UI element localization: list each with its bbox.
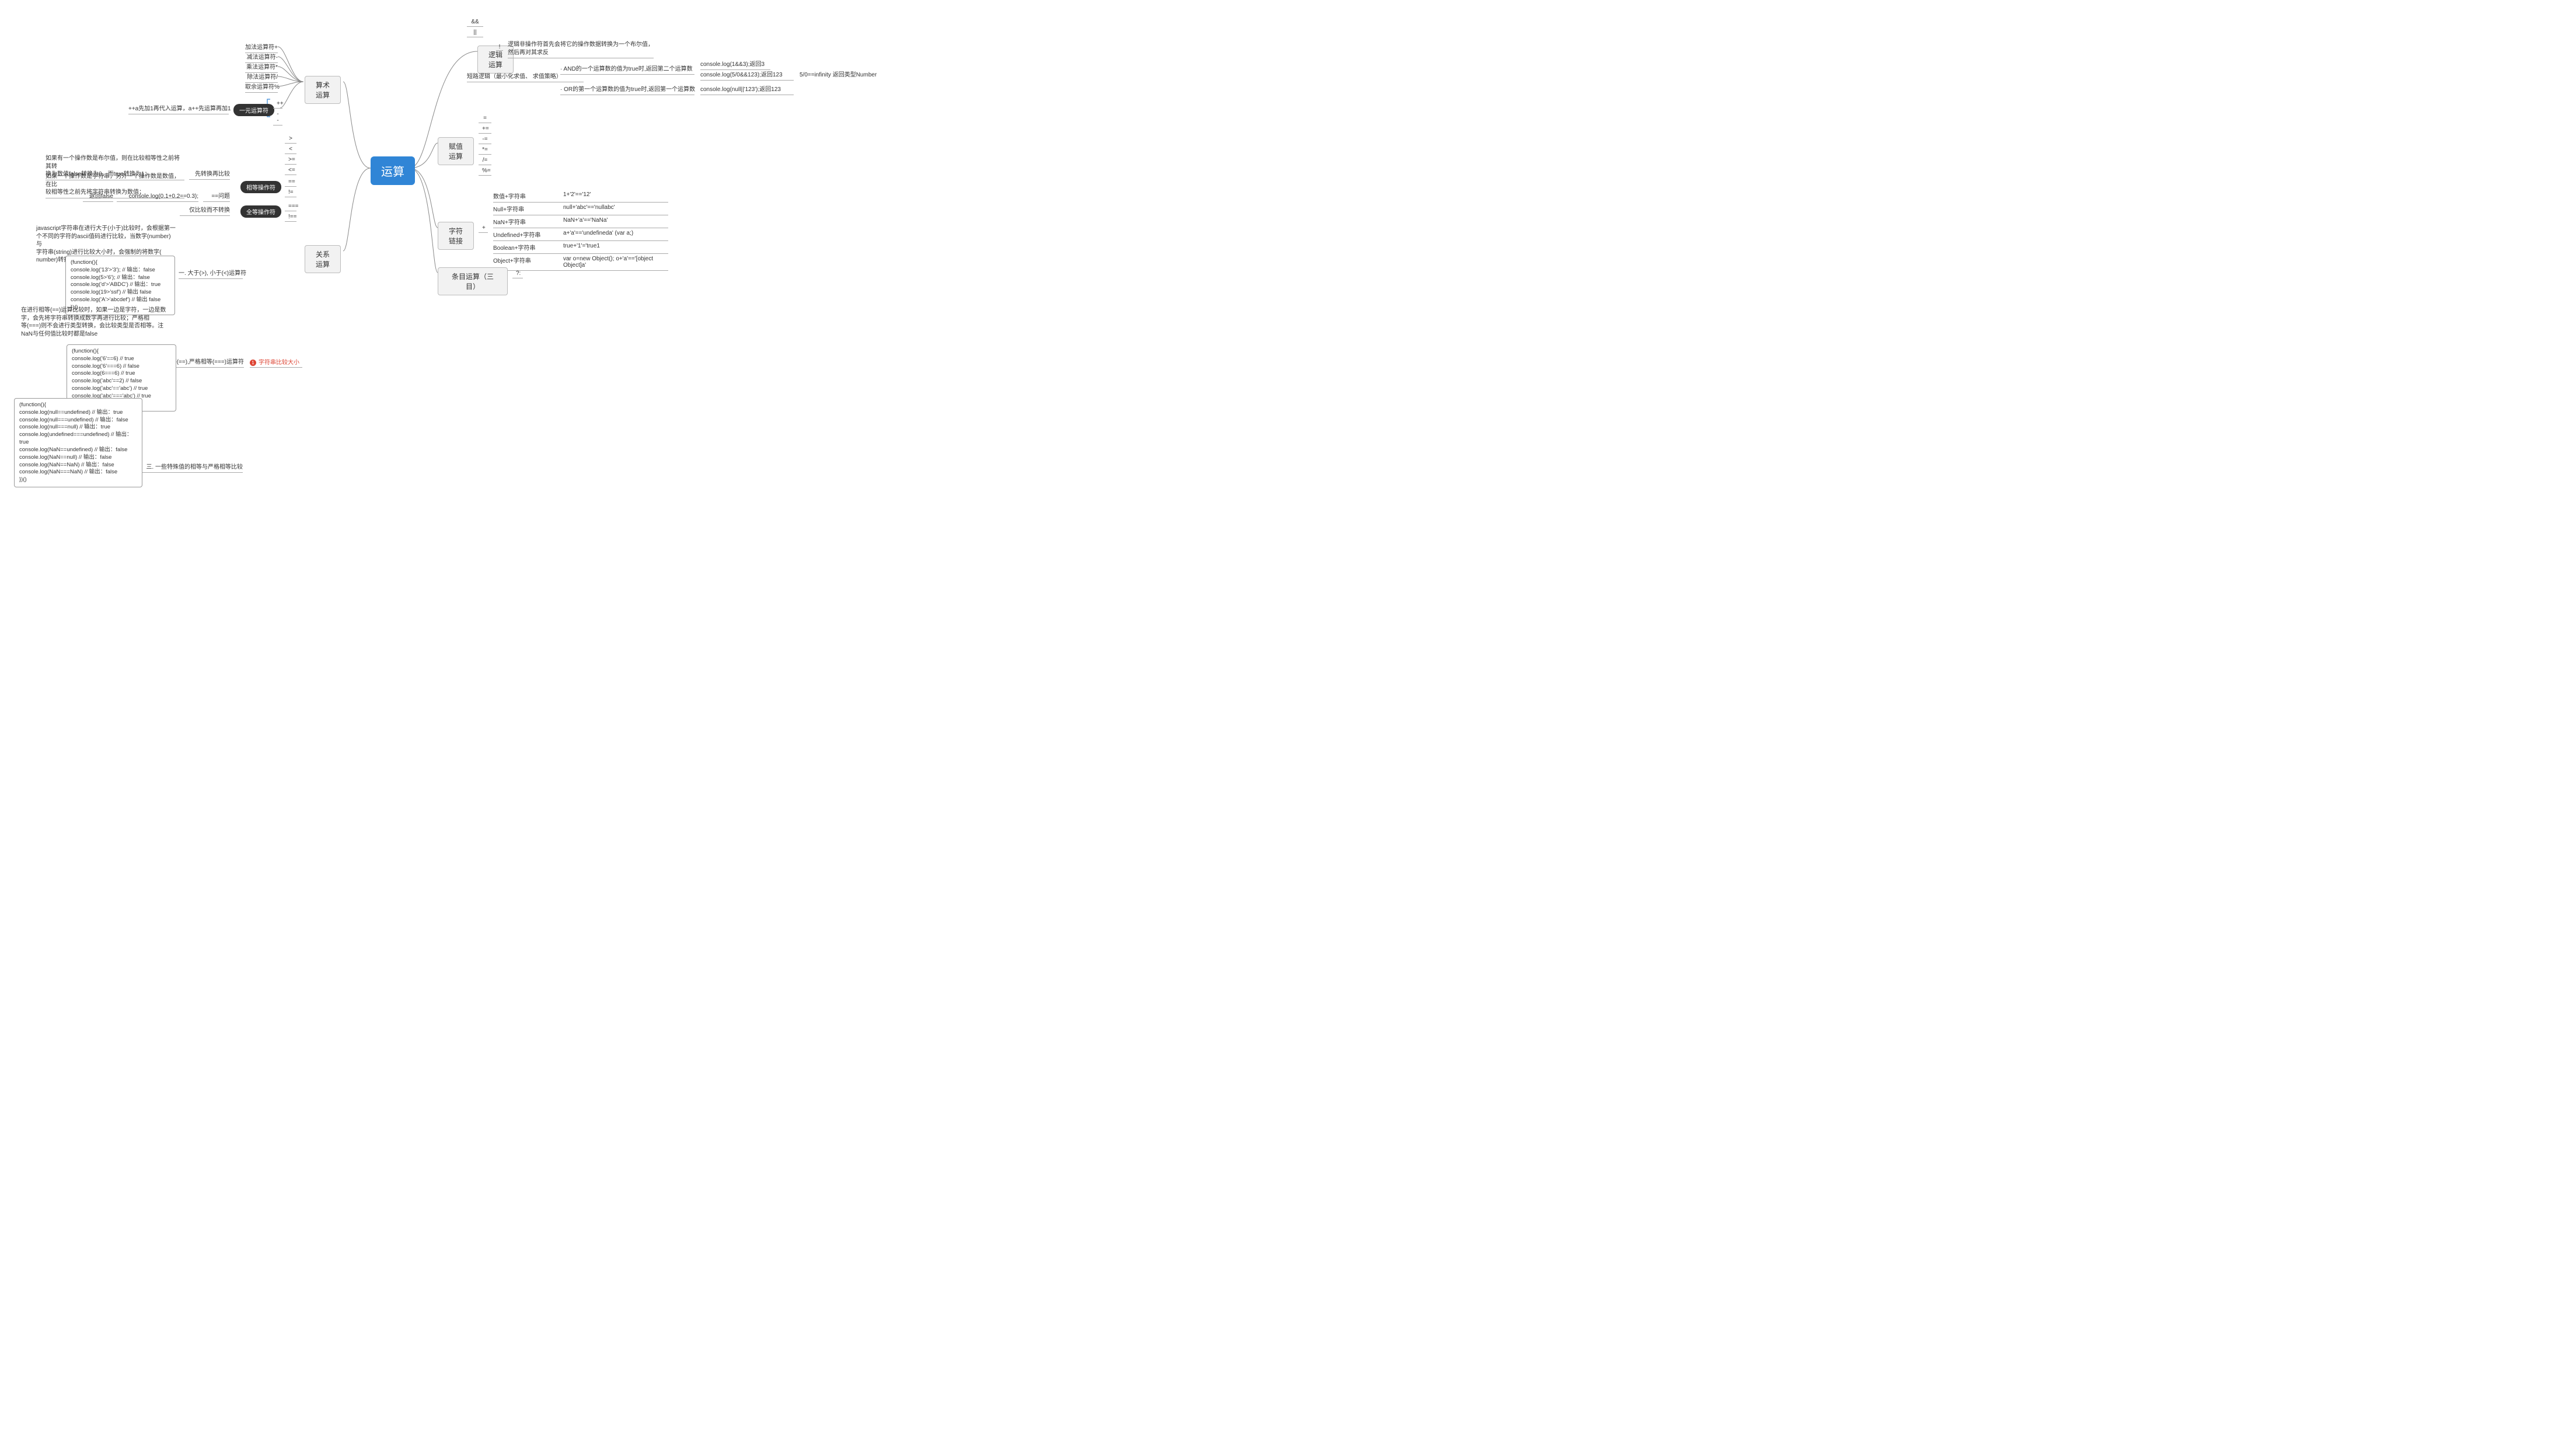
strict-op-0: === <box>285 202 296 211</box>
strict-title[interactable]: 全等操作符 <box>240 205 281 218</box>
short-or-ex: console.log(null||'123');返回123 <box>700 85 794 95</box>
short-and-ex2: console.log(5/0&&123);返回123 <box>700 70 794 81</box>
short-and-ex1: console.log(1&&3);返回3 <box>700 60 770 70</box>
short-and-rule: · AND的一个运算数的值为true时,返回第二个运算数 <box>560 64 694 75</box>
sec3-title: 三. 一些特殊值的相等与严格相等比较 <box>138 462 243 473</box>
branch-concat[interactable]: 字符链接 <box>438 222 474 250</box>
assign-0: = <box>479 114 491 123</box>
eq-op-1: != <box>285 188 296 197</box>
eq-issue: ==问题 <box>203 191 230 202</box>
eq-issue-ret: 返回false <box>83 191 113 202</box>
cmp-op-2: >= <box>285 155 296 165</box>
strict-note: 仅比较而不转换 <box>180 205 230 216</box>
cmp-op-3: <= <box>285 166 296 175</box>
ternary-op: ?: <box>512 269 523 278</box>
assign-5: %= <box>479 166 491 176</box>
logic-and: && <box>467 18 483 27</box>
unary-op-1: -- <box>273 110 282 125</box>
assign-2: -= <box>479 135 491 144</box>
arith-op-2: 乘法运算符* <box>245 62 278 73</box>
eq-issue-ex: console.log(0.1+0.2==0.3); <box>117 191 198 202</box>
short-and-ex2-note: 5/0==infinity 返回类型Number <box>800 70 877 80</box>
sec2-desc: 在进行相等(==)运算比较时，如果一边是字符，一边是数 字，会先将字符串转换成数… <box>21 306 167 338</box>
unary-note: ++a先加1再代入运算，a++先运算再加1 <box>128 104 229 114</box>
assign-1: += <box>479 124 491 134</box>
short-or-rule: · OR的第一个运算数的值为true时,返回第一个运算数 <box>560 85 694 95</box>
arith-op-4: 取余运算符% <box>245 82 278 93</box>
branch-assign[interactable]: 赋值运算 <box>438 137 474 165</box>
assign-3: *= <box>479 145 491 155</box>
arith-op-0: 加法运算符+ <box>245 43 278 53</box>
concat-row: Null+字符串null+'abc'=='nullabc' <box>493 203 668 215</box>
strict-op-1: !== <box>285 212 296 222</box>
logic-not-desc: 逻辑非操作符首先会将它的操作数据转换为一个布尔值， 然后再对其求反 <box>508 41 654 58</box>
unary-title[interactable]: 一元运算符 <box>233 104 274 116</box>
logic-or: || <box>467 28 483 37</box>
branch-arith[interactable]: 算术运算 <box>305 76 341 104</box>
eq-title[interactable]: 相等操作符 <box>240 181 281 193</box>
concat-row: 数值+字符串1+'2'=='12' <box>493 190 668 203</box>
eq-convert: 先转换再比较 <box>189 169 230 180</box>
unary-op-0: ++ <box>273 99 282 109</box>
sec1-title: 一. 大于(>), 小于(<)运算符 <box>179 268 243 279</box>
priority-compare: 字符串比较大小 <box>250 357 302 368</box>
cmp-op-0: > <box>285 134 296 144</box>
logic-not-label: ! <box>496 44 503 51</box>
arith-op-3: 除法运算符/ <box>245 72 278 83</box>
cmp-op-1: < <box>285 145 296 154</box>
arith-op-1: 减法运算符- <box>245 53 278 63</box>
concat-row: Object+字符串var o=new Object(); o+'a'=='[o… <box>493 254 668 271</box>
branch-ternary[interactable]: 条目运算（三目） <box>438 267 508 295</box>
concat-rows: 数值+字符串1+'2'=='12' Null+字符串null+'abc'=='n… <box>493 190 668 271</box>
concat-row: NaN+字符串NaN+'a'=='NaNa' <box>493 215 668 228</box>
eq-op-0: == <box>285 177 296 187</box>
assign-4: /= <box>479 156 491 165</box>
branch-rel[interactable]: 关系运算 <box>305 245 341 273</box>
root-node[interactable]: 运算 <box>371 156 415 185</box>
concat-row: Undefined+字符串a+'a'=='undefineda' (var a;… <box>493 228 668 241</box>
concat-row: Boolean+字符串true+'1'='true1 <box>493 241 668 254</box>
concat-plus: + <box>479 224 488 233</box>
sec3-code: (function(){ console.log(null==undefined… <box>14 398 142 487</box>
